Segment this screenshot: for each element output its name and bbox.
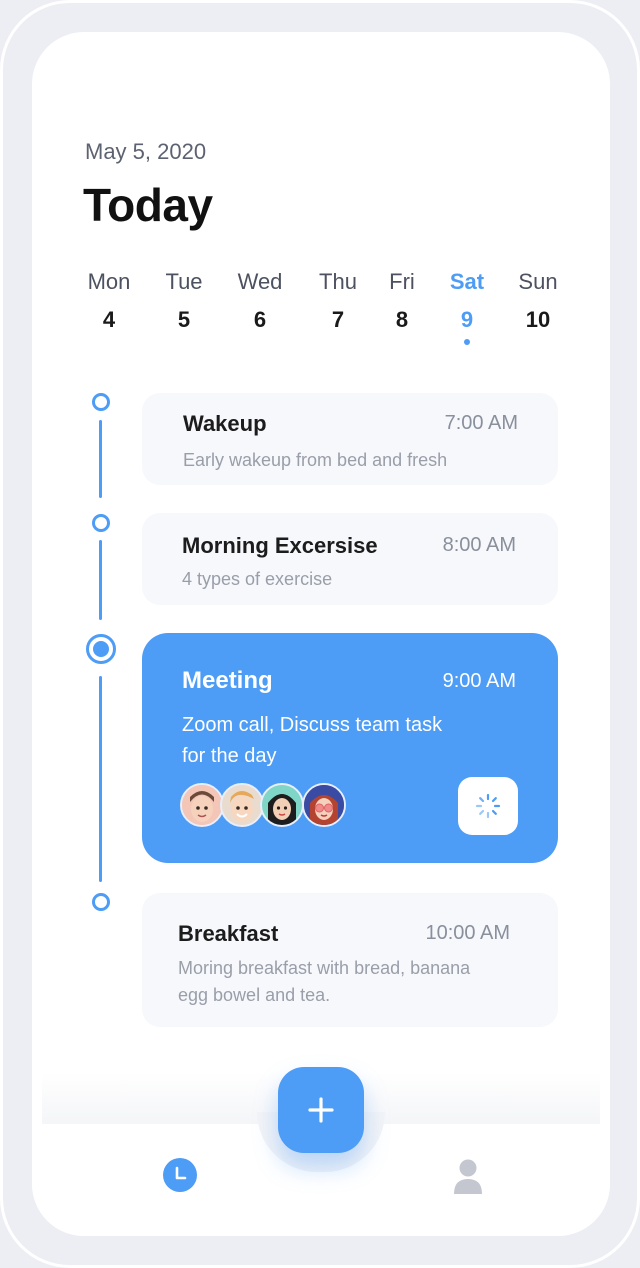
day-mon[interactable]: Mon 4 [79,269,139,333]
nav-profile-tab[interactable] [450,1157,486,1195]
event-card-wakeup[interactable]: Wakeup 7:00 AM Early wakeup from bed and… [142,393,558,485]
day-number: 5 [177,307,191,332]
week-day-selector: Mon 4 Tue 5 Wed 6 Thu 7 Fri 8 Sat 9 Sun … [72,269,572,349]
day-number: 4 [102,307,116,332]
timeline-node [92,893,110,911]
day-number: 9 [460,307,474,332]
event-description: Early wakeup from bed and fresh [183,450,448,470]
day-name: Tue [165,269,203,294]
description-line-2: egg bowel and tea. [178,985,331,1005]
app-screen: May 5, 2020 Today Mon 4 Tue 5 Wed 6 Thu … [32,32,610,1236]
event-description: Moring breakfast with bread, banana egg … [178,955,470,1009]
day-number: 10 [525,307,551,332]
day-name: Fri [389,269,415,294]
timeline-line [99,676,102,882]
day-name: Sat [449,269,485,294]
event-title: Wakeup [183,411,267,436]
current-date: May 5, 2020 [85,139,207,164]
day-number: 8 [395,307,409,332]
timeline-node [92,393,110,411]
meeting-status-button[interactable] [458,777,518,835]
day-wed[interactable]: Wed 6 [230,269,290,333]
day-number: 7 [331,307,345,332]
timeline-node [92,514,110,532]
avatar[interactable] [302,783,346,827]
timeline-line [99,420,102,498]
avatar[interactable] [220,783,264,827]
day-fri[interactable]: Fri 8 [372,269,432,333]
plus-icon [308,1097,334,1123]
event-time: 10:00 AM [425,922,510,944]
selected-day-indicator [464,339,470,345]
event-card-breakfast[interactable]: Breakfast 10:00 AM Moring breakfast with… [142,893,558,1027]
event-card-exercise[interactable]: Morning Excersise 8:00 AM 4 types of exe… [142,513,558,605]
event-title: Breakfast [178,921,279,946]
event-time: 8:00 AM [442,534,516,556]
loading-icon [475,793,501,819]
avatar[interactable] [260,783,304,827]
day-sun[interactable]: Sun 10 [508,269,568,333]
day-name: Sun [518,269,558,294]
day-name: Wed [237,269,283,294]
day-thu[interactable]: Thu 7 [308,269,368,333]
profile-icon [454,1159,482,1194]
day-number: 6 [253,307,267,332]
event-description: 4 types of exercise [182,569,333,589]
day-name: Mon [87,269,131,294]
day-name: Thu [319,269,357,294]
event-title: Meeting [182,667,273,694]
day-tue[interactable]: Tue 5 [154,269,214,333]
event-description: Zoom call, Discuss team task for the day [182,710,442,772]
timeline-line [99,540,102,620]
event-title: Morning Excersise [182,533,378,558]
event-time: 7:00 AM [444,412,518,434]
description-line-1: Moring breakfast with bread, banana [178,958,471,978]
add-event-button[interactable] [278,1067,364,1153]
nav-schedule-tab[interactable] [162,1157,198,1193]
page-title: Today [83,179,213,231]
event-card-meeting[interactable]: Meeting 9:00 AM Zoom call, Discuss team … [142,633,558,863]
clock-icon [163,1158,197,1192]
timeline-node-active [86,634,116,664]
event-time: 9:00 AM [442,670,516,692]
attendee-avatars [180,783,360,829]
day-sat[interactable]: Sat 9 [437,269,497,345]
description-line-1: Zoom call, Discuss team task [182,714,443,736]
description-line-2: for the day [182,745,277,767]
avatar[interactable] [180,783,224,827]
